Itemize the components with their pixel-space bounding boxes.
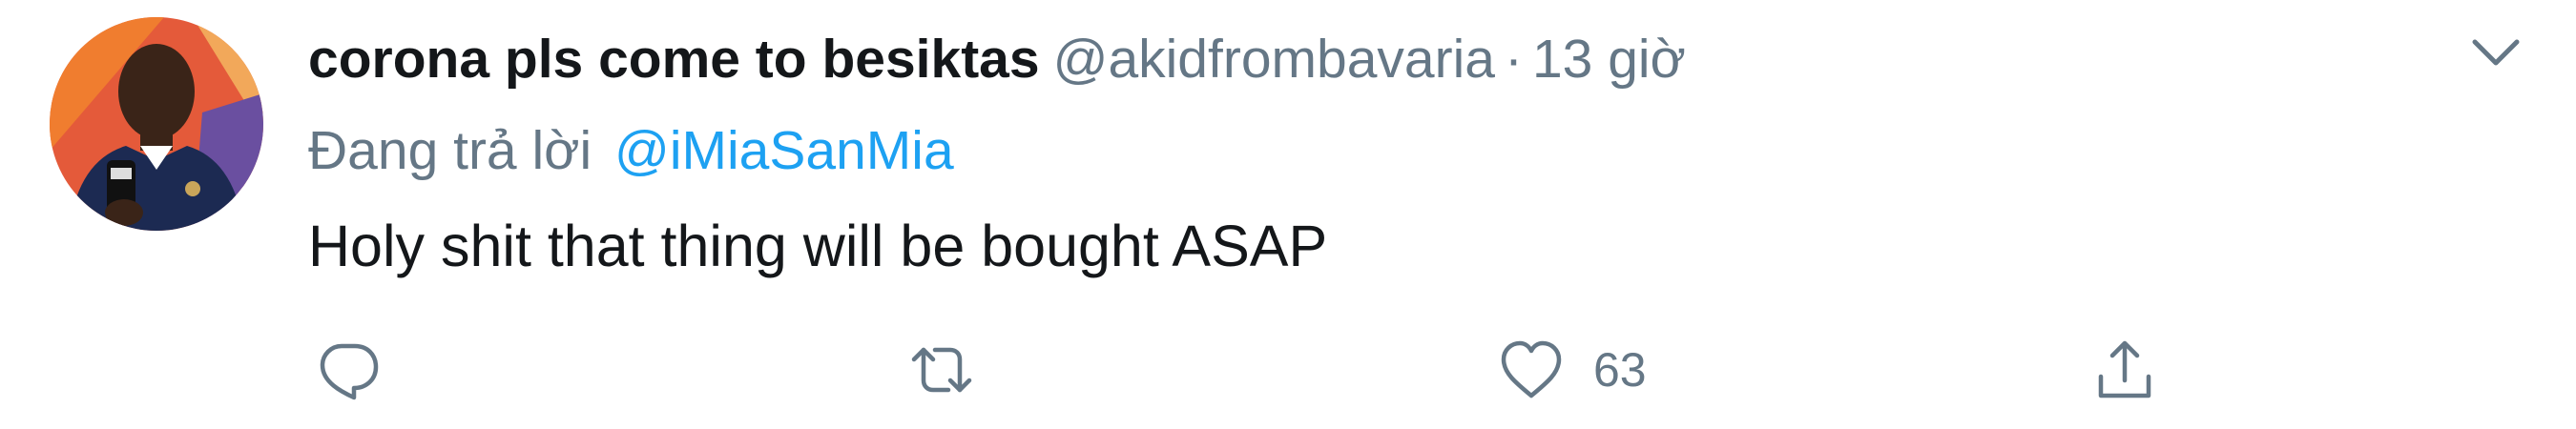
replying-to: Đang trả lời @iMiaSanMia — [308, 112, 954, 189]
share-button[interactable] — [2089, 332, 2160, 408]
reply-button[interactable] — [313, 332, 410, 408]
display-name[interactable]: corona pls come to besiktas — [308, 29, 1040, 90]
more-options-button[interactable] — [2465, 21, 2526, 82]
separator-dot: · — [1504, 29, 1523, 90]
tweet-header: corona pls come to besiktas @akidfrombava… — [308, 17, 1686, 101]
replying-to-label: Đang trả lời — [308, 120, 592, 181]
like-count: 63 — [1593, 343, 1647, 397]
avatar[interactable] — [50, 17, 263, 231]
like-button[interactable]: 63 — [1496, 332, 1647, 408]
user-handle[interactable]: @akidfrombavaria — [1053, 29, 1495, 90]
tweet[interactable]: corona pls come to besiktas @akidfrombava… — [0, 0, 2576, 429]
speech-bubble-icon — [320, 343, 379, 400]
timestamp[interactable]: 13 giờ — [1532, 29, 1686, 90]
share-upload-icon — [2098, 340, 2151, 398]
retweet-arrows-icon — [911, 347, 972, 393]
tweet-text: Holy shit that thing will be bought ASAP — [308, 214, 1328, 278]
chevron-down-icon — [2472, 39, 2520, 66]
reply-mention-link[interactable]: @iMiaSanMia — [614, 120, 954, 181]
avatar-image — [50, 17, 263, 231]
retweet-button[interactable] — [906, 332, 1004, 408]
heart-icon — [1501, 340, 1562, 398]
